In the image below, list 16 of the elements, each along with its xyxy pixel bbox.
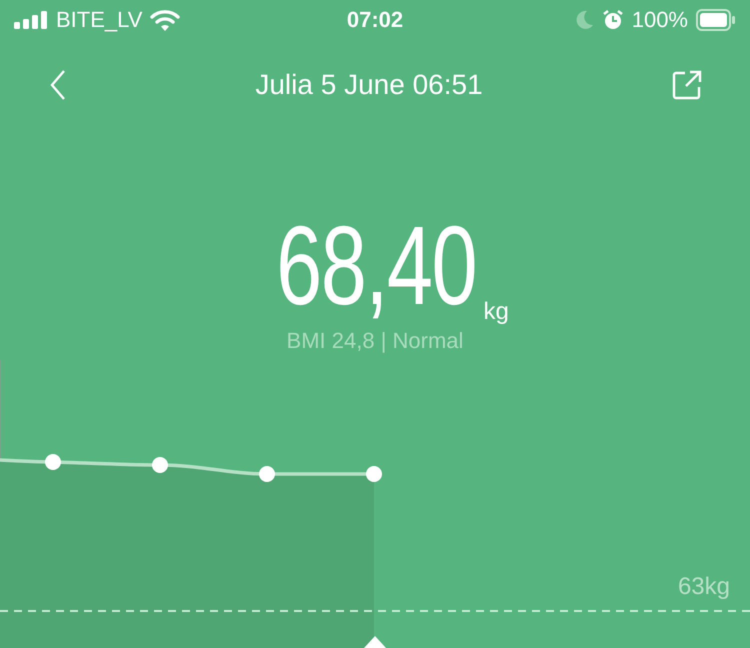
wifi-icon — [150, 9, 180, 31]
reference-label: 63kg — [678, 573, 730, 601]
share-icon — [672, 70, 702, 100]
carrier-name: BITE_LV — [56, 7, 142, 33]
moon-icon — [574, 10, 594, 30]
weight-value: 68,40 — [276, 210, 476, 322]
bmi-status: BMI 24,8 | Normal — [286, 328, 464, 354]
signal-icon — [14, 11, 48, 29]
back-icon — [50, 70, 66, 100]
battery-icon — [696, 9, 736, 31]
battery-percent: 100% — [632, 7, 688, 33]
pointer-icon — [364, 636, 386, 648]
page-title: Julia 5 June 06:51 — [255, 69, 483, 101]
weight-unit: kg — [483, 298, 509, 326]
clock-time: 07:02 — [346, 7, 404, 33]
alarm-icon — [602, 9, 624, 31]
